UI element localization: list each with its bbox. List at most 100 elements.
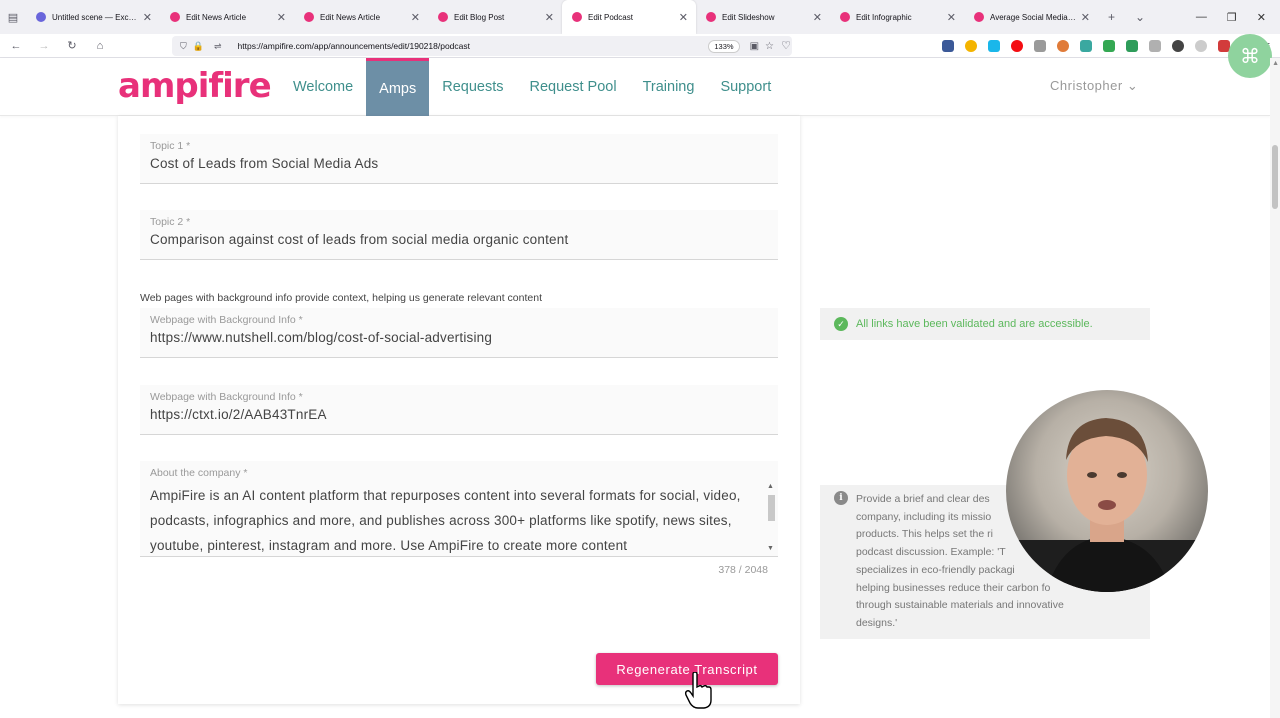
tab-close-icon[interactable]: ✕ [1081,11,1090,24]
tab-close-icon[interactable]: ✕ [143,11,152,24]
browser-tab[interactable]: Edit News Article ✕ [294,0,428,34]
chatbot-icon[interactable]: ⌘ [1228,34,1272,78]
browser-nav-bar: ← → ↻ ⌂ ⛉🔒 ⇌ https://ampifire.com/app/an… [0,34,1280,58]
nav-item-requests[interactable]: Requests [429,58,516,116]
tracking-shield-icon[interactable]: ⛉🔒 [180,41,210,52]
address-bar[interactable]: ⛉🔒 ⇌ https://ampifire.com/app/announceme… [172,36,792,56]
webpage2-input[interactable]: https://ctxt.io/2/AAB43TnrEA [150,407,327,422]
chevron-down-icon: ⌄ [1126,78,1139,93]
nav-item-welcome[interactable]: Welcome [280,58,366,116]
hand-cursor-icon [684,672,712,709]
tab-overflow-icon[interactable]: ⌄ [1135,10,1145,24]
tab-close-icon[interactable]: ✕ [679,11,688,24]
about-company-label: About the company * [150,467,248,479]
tab-close-icon[interactable]: ✕ [545,11,554,24]
textarea-scroll-thumb[interactable] [768,495,775,521]
browser-tab[interactable]: Edit Blog Post ✕ [428,0,562,34]
reload-icon[interactable]: ↻ [60,39,84,52]
tip-line: designs.' [856,616,898,629]
character-count: 378 / 2048 [718,564,768,576]
about-company-textarea[interactable]: AmpiFire is an AI content platform that … [150,483,750,556]
tab-title: Average Social Media Cost [990,12,1077,22]
user-menu[interactable]: Christopher ⌄ [1050,78,1138,94]
browser-tab[interactable]: Edit Infographic ✕ [830,0,964,34]
sheet-ext-icon[interactable] [1102,40,1115,52]
shield-ext-icon[interactable] [1125,40,1138,52]
tab-title: Edit Podcast [588,12,633,22]
tab-list-icon[interactable]: ▤ [0,0,26,34]
scroll-up-icon[interactable]: ▲ [767,483,774,490]
nav-item-training[interactable]: Training [630,58,708,116]
textarea-scrollbar[interactable]: ▲ ▼ [767,483,775,553]
background-info-helper: Web pages with background info provide c… [140,292,542,304]
browser-tab[interactable]: Edit Slideshow ✕ [696,0,830,34]
site-header: ampifire Welcome Amps Requests Request Pool… [0,58,1270,116]
topic1-input[interactable]: Cost of Leads from Social Media Ads [150,156,378,171]
topic2-input[interactable]: Comparison against cost of leads from so… [150,232,568,247]
minimize-icon[interactable]: — [1196,11,1207,23]
vimeo-ext-icon[interactable] [987,40,1000,52]
presenter-webcam-overlay [1006,390,1208,592]
permissions-icon[interactable]: ⇌ [214,41,228,52]
tab-close-icon[interactable]: ✕ [947,11,956,24]
tab-close-icon[interactable]: ✕ [277,11,286,24]
tab-favicon-icon [706,12,716,22]
tab-favicon-icon [974,12,984,22]
page-scrollbar-thumb[interactable] [1272,145,1278,209]
nav-item-support[interactable]: Support [707,58,784,116]
tab-favicon-icon [36,12,46,22]
nav-item-request-pool[interactable]: Request Pool [517,58,630,116]
webpage2-label: Webpage with Background Info * [150,391,303,403]
topic2-field[interactable]: Topic 2 * Comparison against cost of lea… [140,210,778,260]
new-tab-icon[interactable]: + [1108,10,1115,24]
tab-favicon-icon [304,12,314,22]
extensions-toolbar: ≡ [941,34,1270,58]
browser-tab[interactable]: Edit News Article ✕ [160,0,294,34]
tab-title: Edit Infographic [856,12,912,22]
presenter-silhouette [1006,418,1208,592]
tab-favicon-icon [840,12,850,22]
tools-ext-icon[interactable] [1148,40,1161,52]
check-circle-icon: ✓ [834,317,848,331]
browser-tab[interactable]: Average Social Media Cost ✕ [964,0,1098,34]
topic1-field[interactable]: Topic 1 * Cost of Leads from Social Medi… [140,134,778,184]
podcast-form-card: Topic 1 * Cost of Leads from Social Medi… [118,116,800,704]
user-name: Christopher [1050,78,1123,93]
tab-favicon-icon [572,12,582,22]
about-company-field[interactable]: About the company * AmpiFire is an AI co… [140,461,778,557]
tab-title: Edit News Article [186,12,247,22]
home-icon[interactable]: ⌂ [88,40,112,52]
ampifire-logo[interactable]: ampifire [118,66,272,106]
webpage2-field[interactable]: Webpage with Background Info * https://c… [140,385,778,435]
topic1-label: Topic 1 * [150,140,191,152]
url-text[interactable]: https://ampifire.com/app/announcements/e… [238,41,709,51]
adblock-ext-icon[interactable] [1010,40,1023,52]
browser-tab[interactable]: Untitled scene — Excalidraw ✕ [26,0,160,34]
scroll-up-arrow-icon[interactable]: ▲ [1272,60,1279,67]
restore-icon[interactable]: ❐ [1227,11,1237,24]
reader-ext-icon[interactable] [1033,40,1046,52]
tab-close-icon[interactable]: ✕ [411,11,420,24]
color-ext-icon[interactable] [1056,40,1069,52]
tab-title: Edit Blog Post [454,12,505,22]
pocket-icon[interactable]: ♡ [774,39,798,52]
scroll-down-icon[interactable]: ▼ [767,545,774,552]
save-ext-icon[interactable] [1079,40,1092,52]
webpage1-input[interactable]: https://www.nutshell.com/blog/cost-of-so… [150,330,492,345]
browser-tab-bar: ▤ Untitled scene — Excalidraw✕ Edit News … [0,0,1280,34]
webpage1-label: Webpage with Background Info * [150,314,303,326]
back-icon[interactable]: ← [4,40,28,52]
nav-item-amps[interactable]: Amps [366,58,430,116]
facebook-ext-icon[interactable] [941,40,954,52]
close-window-icon[interactable]: ✕ [1257,11,1266,24]
k-ext-icon[interactable] [1194,40,1207,52]
webpage1-field[interactable]: Webpage with Background Info * https://w… [140,308,778,358]
topic2-label: Topic 2 * [150,216,191,228]
forward-icon[interactable]: → [32,40,56,52]
tab-close-icon[interactable]: ✕ [813,11,822,24]
circle-ext-icon[interactable] [1171,40,1184,52]
tab-favicon-icon [438,12,448,22]
zoom-level-badge[interactable]: 133% [708,39,740,53]
extension-icon[interactable] [964,40,977,52]
browser-tab[interactable]: Edit Podcast ✕ [562,0,696,34]
